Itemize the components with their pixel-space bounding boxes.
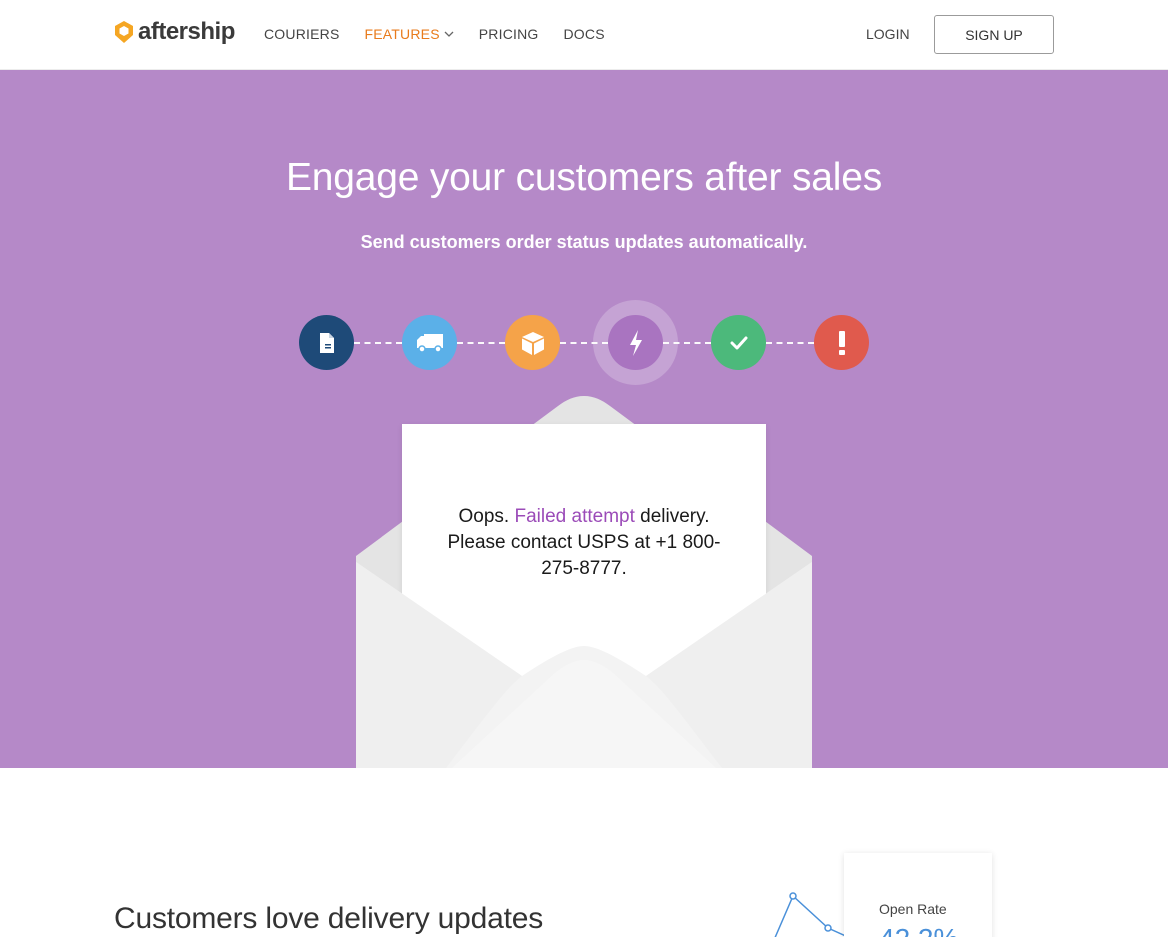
section-title: Customers love delivery updates xyxy=(114,902,544,935)
aftership-logo-icon xyxy=(113,20,135,44)
nav-pricing[interactable]: PRICING xyxy=(479,26,539,42)
notification-message: Oops. Failed attempt delivery. Please co… xyxy=(402,504,766,582)
message-highlight: Failed attempt xyxy=(514,506,635,527)
step-out-for-delivery[interactable] xyxy=(505,315,560,370)
sign-up-button[interactable]: SIGN UP xyxy=(934,15,1054,54)
box-icon xyxy=(521,331,544,355)
step-failed-attempt[interactable] xyxy=(608,315,663,370)
step-delivered[interactable] xyxy=(711,315,766,370)
open-rate-value: 42.2% xyxy=(879,923,958,937)
exclamation-icon xyxy=(838,330,845,355)
logo-wordmark: aftership xyxy=(138,18,235,45)
document-icon xyxy=(319,332,334,353)
status-steps xyxy=(0,300,1168,386)
nav-features-label: FEATURES xyxy=(364,26,440,42)
step-connector xyxy=(457,342,505,344)
nav-couriers[interactable]: COURIERS xyxy=(264,26,340,42)
aftership-logo[interactable]: aftership xyxy=(113,18,235,46)
notification-letter: Oops. Failed attempt delivery. Please co… xyxy=(402,424,766,754)
nav-docs[interactable]: DOCS xyxy=(564,26,605,42)
step-connector xyxy=(354,342,402,344)
open-rate-label: Open Rate xyxy=(879,901,947,917)
hero-section: Engage your customers after sales Send c… xyxy=(0,70,1168,768)
main-nav: COURIERS FEATURES PRICING DOCS xyxy=(264,26,630,42)
open-rate-card: Open Rate 42.2% xyxy=(844,853,992,937)
step-connector xyxy=(766,342,814,344)
nav-features[interactable]: FEATURES xyxy=(365,26,454,42)
chevron-down-icon xyxy=(444,31,454,37)
truck-icon xyxy=(416,333,443,353)
step-in-transit[interactable] xyxy=(402,315,457,370)
top-nav-bar: aftership COURIERS FEATURES PRICING DOCS… xyxy=(0,0,1168,70)
step-exception[interactable] xyxy=(814,315,869,370)
step-info-received[interactable] xyxy=(299,315,354,370)
check-icon xyxy=(730,336,747,349)
login-link[interactable]: LOGIN xyxy=(866,26,910,42)
hero-subtitle: Send customers order status updates auto… xyxy=(360,232,808,252)
lightning-icon xyxy=(629,329,642,356)
message-prefix: Oops. xyxy=(458,506,515,527)
open-rate-line-chart xyxy=(774,892,850,937)
hero-title: Engage your customers after sales xyxy=(285,156,883,199)
